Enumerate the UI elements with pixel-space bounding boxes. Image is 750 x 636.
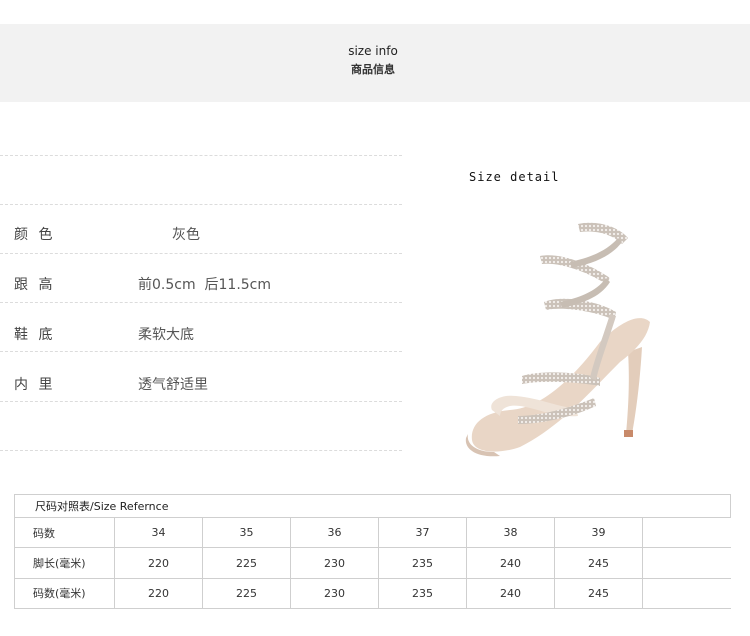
spec-value-lining: 透气舒适里 bbox=[138, 377, 208, 393]
heel-tip bbox=[624, 430, 633, 437]
table-cell: 245 bbox=[554, 547, 643, 579]
table-cell: 36 bbox=[290, 517, 379, 549]
table-cell: 35 bbox=[202, 517, 291, 549]
table-cell-empty bbox=[642, 577, 731, 610]
divider bbox=[0, 253, 402, 254]
table-row: 脚长(毫米) 220 225 230 235 240 245 bbox=[14, 547, 731, 579]
size-detail-label: Size detail bbox=[469, 170, 560, 184]
spiral-back bbox=[570, 238, 622, 268]
divider bbox=[0, 401, 402, 402]
sandal-image bbox=[465, 222, 650, 457]
row-head: 码数 bbox=[14, 517, 115, 549]
spec-label-color: 颜 色 bbox=[14, 227, 56, 243]
table-cell: 34 bbox=[114, 517, 203, 549]
table-cell: 235 bbox=[378, 577, 467, 610]
table-cell: 240 bbox=[466, 577, 555, 610]
row-head: 码数(毫米) bbox=[14, 577, 115, 610]
table-cell: 220 bbox=[114, 547, 203, 579]
spec-label-lining: 内 里 bbox=[14, 377, 56, 393]
table-cell: 37 bbox=[378, 517, 467, 549]
spec-value-sole: 柔软大底 bbox=[138, 327, 194, 343]
table-cell-empty bbox=[642, 517, 731, 549]
table-cell: 230 bbox=[290, 577, 379, 610]
table-cell: 225 bbox=[202, 577, 291, 610]
heel bbox=[626, 347, 642, 434]
table-caption: 尺码对照表/Size Refernce bbox=[14, 493, 731, 519]
table-cell: 245 bbox=[554, 577, 643, 610]
divider bbox=[0, 351, 402, 352]
table-cell: 225 bbox=[202, 547, 291, 579]
row-head: 脚长(毫米) bbox=[14, 547, 115, 579]
table-cell: 220 bbox=[114, 577, 203, 610]
table-cell: 240 bbox=[466, 547, 555, 579]
table-cell-empty bbox=[642, 547, 731, 579]
divider bbox=[0, 450, 402, 451]
header-subtitle: 商品信息 bbox=[351, 63, 395, 76]
table-cell: 39 bbox=[554, 517, 643, 549]
divider bbox=[0, 204, 402, 205]
insole bbox=[471, 318, 650, 452]
table-cell: 230 bbox=[290, 547, 379, 579]
header-title: size info bbox=[348, 44, 398, 58]
spec-value-color: 灰色 bbox=[172, 227, 200, 243]
table-cell: 38 bbox=[466, 517, 555, 549]
table-cell: 235 bbox=[378, 547, 467, 579]
size-reference-table: 尺码对照表/Size Refernce 码数 34 35 36 37 38 39… bbox=[14, 493, 731, 610]
divider bbox=[0, 155, 402, 156]
spec-value-heel: 前0.5cm 后11.5cm bbox=[138, 277, 272, 293]
spec-label-heel: 跟 高 bbox=[14, 277, 56, 293]
rhinestone-strap bbox=[540, 255, 610, 284]
table-row: 码数 34 35 36 37 38 39 bbox=[14, 517, 731, 549]
table-row: 码数(毫米) 220 225 230 235 240 245 bbox=[14, 577, 731, 610]
spec-label-sole: 鞋 底 bbox=[14, 327, 56, 343]
divider bbox=[0, 302, 402, 303]
